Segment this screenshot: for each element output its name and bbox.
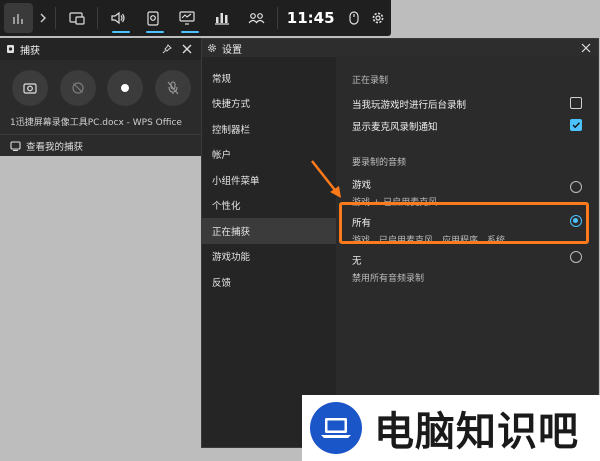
background-record-checkbox[interactable]: [570, 97, 582, 109]
audio-section-header: 要录制的音频: [352, 158, 407, 168]
capture-title: 捕获: [20, 45, 40, 57]
gear-icon: [372, 12, 384, 24]
close-icon: [581, 43, 591, 53]
mic-notify-option[interactable]: 显示麦克风录制通知: [352, 119, 582, 133]
widget-menu-icon: [69, 12, 85, 25]
expand-button[interactable]: [33, 13, 52, 23]
controller-battery-button[interactable]: [343, 0, 366, 36]
chevron-right-icon: [40, 13, 46, 23]
xbox-social-icon: [248, 13, 265, 24]
mic-notify-checkbox[interactable]: [570, 119, 582, 131]
recording-section-header: 正在录制: [352, 76, 389, 86]
capture-controls: [0, 60, 203, 106]
settings-content: 正在录制 当我玩游戏时进行后台录制 显示麦克风录制通知 要录制的音频 游戏 游戏…: [336, 57, 598, 447]
watermark: 电脑知识吧: [302, 395, 600, 461]
start-recording-button[interactable]: [107, 70, 144, 106]
resources-icon: [215, 13, 229, 25]
record-last-30s-button[interactable]: [59, 70, 96, 106]
audio-button[interactable]: [101, 0, 136, 36]
capture-icon: [7, 45, 14, 53]
mic-notify-label: 显示麦克风录制通知: [352, 122, 438, 133]
nav-item-capturing[interactable]: 正在捕获: [202, 218, 336, 244]
pin-icon: [162, 44, 172, 54]
settings-button[interactable]: [365, 0, 391, 36]
watermark-text: 电脑知识吧: [374, 409, 579, 455]
close-button[interactable]: [581, 43, 591, 53]
divider: [55, 7, 57, 29]
performance-icon: [179, 11, 195, 25]
mic-off-icon: [167, 81, 179, 95]
nav-item-gaming-features[interactable]: 游戏功能: [202, 244, 336, 270]
background-record-label: 当我玩游戏时进行后台录制: [352, 100, 467, 111]
mic-toggle-button[interactable]: [155, 70, 192, 106]
screenshot-button[interactable]: [11, 70, 48, 106]
see-my-captures-link[interactable]: 查看我的捕获: [0, 134, 203, 156]
settings-title: 设置: [222, 44, 242, 56]
game-bar: 11:45: [0, 0, 391, 36]
divider: [276, 7, 278, 29]
capture-target-app: 1迅捷屏幕录像工具PC.docx - WPS Office: [10, 118, 182, 128]
mouse-icon: [349, 11, 359, 25]
xbox-social-button[interactable]: [239, 0, 274, 36]
gallery-icon: [10, 140, 21, 151]
divider: [96, 7, 98, 29]
settings-nav: 常规 快捷方式 控制器栏 帐户 小组件菜单 个性化 正在捕获 游戏功能 反馈: [202, 57, 336, 447]
see-my-captures-label: 查看我的捕获: [26, 141, 84, 153]
nav-item-general[interactable]: 常规: [202, 65, 336, 91]
capture-icon: [147, 10, 159, 26]
capture-title-bar: 捕获: [0, 38, 203, 60]
audio-radio-game[interactable]: [570, 181, 582, 193]
record-last-disabled-icon: [72, 82, 84, 94]
audio-option-none[interactable]: 无 禁用所有音频录制: [352, 251, 582, 284]
audio-radio-none[interactable]: [570, 251, 582, 263]
nav-item-shortcuts[interactable]: 快捷方式: [202, 91, 336, 117]
annotation-arrow-icon: [311, 160, 341, 198]
capture-widget: 捕获 1迅捷屏幕录像工具PC.docx - WPS Office 查看我的捕获: [0, 38, 203, 156]
capture-button[interactable]: [135, 0, 170, 36]
pin-button[interactable]: [157, 44, 177, 54]
resources-button[interactable]: [205, 0, 240, 36]
widget-menu-button[interactable]: [59, 0, 94, 36]
record-dot-icon: [121, 84, 130, 92]
nav-item-feedback[interactable]: 反馈: [202, 269, 336, 295]
audio-option-title: 无: [352, 256, 362, 267]
performance-button[interactable]: [170, 0, 205, 36]
settings-title-bar: 设置: [202, 39, 598, 57]
clock: 11:45: [286, 9, 335, 27]
nav-item-controller-bar[interactable]: 控制器栏: [202, 116, 336, 142]
audio-icon: [111, 11, 125, 25]
camera-icon: [23, 83, 37, 94]
laptop-logo-icon: [310, 402, 362, 454]
gear-icon: [208, 44, 216, 52]
checkmark-icon: [572, 122, 581, 129]
home-button[interactable]: [4, 3, 34, 33]
audio-option-desc: 禁用所有音频录制: [352, 274, 425, 284]
close-button[interactable]: [177, 44, 197, 54]
home-icon: [12, 14, 23, 24]
highlight-box: [339, 202, 589, 244]
background-record-option[interactable]: 当我玩游戏时进行后台录制: [352, 97, 582, 111]
close-icon: [182, 44, 192, 54]
audio-option-title: 游戏: [352, 180, 372, 191]
